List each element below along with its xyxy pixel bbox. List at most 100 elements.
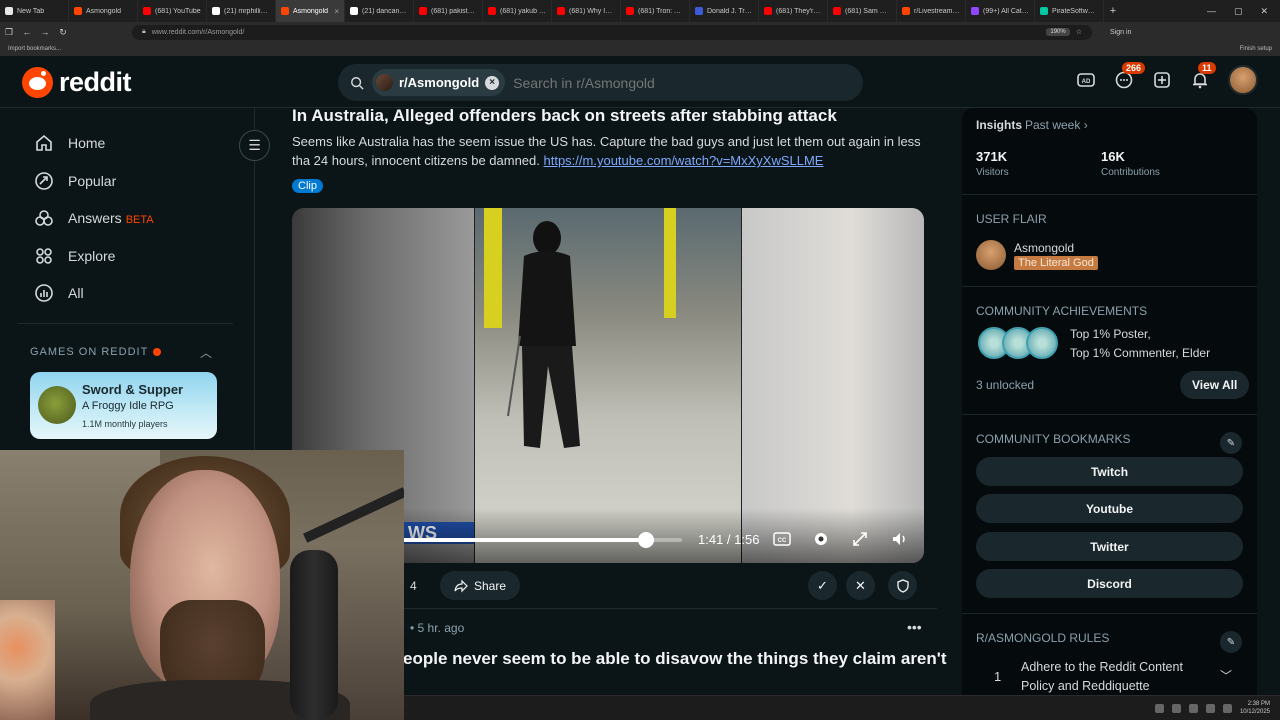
edit-rules-button[interactable]: ✎ [1220, 631, 1242, 653]
search-input[interactable] [513, 74, 834, 91]
share-label: Share [474, 578, 507, 593]
chevron-down-icon[interactable]: ﹀ [1220, 667, 1232, 684]
new-tab-icon[interactable]: + [1104, 5, 1122, 17]
url-text[interactable]: www.reddit.com/r/Asmongold/ [152, 29, 1041, 36]
browser-tab[interactable]: New Tab [0, 0, 69, 22]
edit-bookmarks-button[interactable]: ✎ [1220, 432, 1242, 454]
browser-tab[interactable]: PirateSoftware - S… [1035, 0, 1104, 22]
tab-title: (681) Why Indone… [569, 7, 615, 15]
finish-setup-link[interactable]: Finish setup [1240, 46, 1272, 52]
maximize-icon[interactable]: ▢ [1234, 6, 1243, 17]
tray-icon[interactable] [1188, 703, 1198, 713]
post-title[interactable]: In Australia, Alleged offenders back on … [292, 106, 837, 126]
insights-period[interactable]: Past week › [1025, 118, 1088, 132]
browser-tab[interactable]: (681) They're so d… [759, 0, 828, 22]
browser-tab[interactable]: (681) Sam Hyde's… [828, 0, 897, 22]
browser-tab[interactable]: (681) yakub - You… [483, 0, 552, 22]
browser-tab[interactable]: (681) Tron: Ares -… [621, 0, 690, 22]
sidebar-toggle-icon[interactable]: ❐ [0, 27, 18, 38]
games-section-header[interactable]: GAMES ON REDDIT [30, 346, 162, 358]
nav-item-home[interactable]: Home [34, 133, 105, 153]
fullscreen-icon[interactable] [851, 530, 869, 548]
rule-text[interactable]: Adhere to the Reddit Content Policy and … [1021, 658, 1211, 696]
contributions-count: 16K [1101, 149, 1125, 164]
forward-icon[interactable]: → [36, 27, 54, 37]
bookmark-twitch[interactable]: Twitch [976, 457, 1243, 486]
browser-tab[interactable]: (99+) All Categori… [966, 0, 1035, 22]
shield-icon [896, 578, 909, 593]
all-icon [35, 284, 53, 302]
reddit-logo[interactable]: reddit [22, 67, 132, 98]
zoom-level[interactable]: 190% [1046, 28, 1070, 36]
browser-tab[interactable]: Donald J. Trump (… [690, 0, 759, 22]
new-dot [153, 348, 162, 356]
next-post-title[interactable]: eople never seem to be able to disavow t… [403, 649, 946, 669]
nav-item-all[interactable]: All [34, 283, 84, 303]
captions-icon[interactable]: CC [773, 530, 791, 548]
bookmark-twitter[interactable]: Twitter [976, 532, 1243, 561]
window-close-icon[interactable]: ✕ [1260, 6, 1268, 17]
volume-icon[interactable] [891, 530, 909, 548]
subreddit-search-chip[interactable]: r/Asmongold × [372, 69, 506, 96]
notifications-icon[interactable]: 11 [1190, 62, 1216, 90]
address-bar[interactable]: 🔒︎ www.reddit.com/r/Asmongold/ 190% ☆ [132, 24, 1092, 40]
more-options-icon[interactable]: ••• [907, 619, 922, 635]
chevron-up-icon[interactable]: ︿ [200, 344, 212, 361]
import-bookmarks-link[interactable]: Import bookmarks... [8, 46, 61, 52]
nav-item-popular[interactable]: Popular [34, 171, 116, 191]
bookmark-youtube[interactable]: Youtube [976, 494, 1243, 523]
browser-tab[interactable]: (681) YouTube [138, 0, 207, 22]
clock[interactable]: 2:38 PM 10/12/2025 [1240, 700, 1270, 716]
tray-icon[interactable] [1171, 703, 1181, 713]
nav-item-explore[interactable]: Explore [34, 246, 115, 266]
nav-item-answers[interactable]: Answers BETA [34, 208, 154, 228]
pencil-icon: ✎ [1226, 636, 1236, 648]
chat-icon[interactable]: 266 [1114, 62, 1146, 90]
tab-close-icon[interactable]: × [334, 7, 339, 16]
browser-tab[interactable]: (681) Why Indone… [552, 0, 621, 22]
tab-title: Asmongold [293, 7, 329, 15]
tab-favicon-icon [74, 7, 82, 15]
seek-bar[interactable] [402, 532, 682, 548]
bookmark-discord[interactable]: Discord [976, 569, 1243, 598]
reload-icon[interactable]: ↻ [54, 27, 72, 38]
remove-button[interactable]: ✕ [846, 571, 875, 600]
browser-toolbar: ❐ ← → ↻ 🔒︎ www.reddit.com/r/Asmongold/ 1… [0, 22, 1280, 42]
browser-tab[interactable]: (21) mrphillipcha… [207, 0, 276, 22]
browser-tab[interactable]: (21) dancanttwee… [345, 0, 414, 22]
view-all-button[interactable]: View All [1180, 371, 1250, 399]
share-icon [454, 579, 468, 592]
clock-date: 10/12/2025 [1239, 709, 1270, 715]
post-flair[interactable]: Clip [292, 179, 323, 193]
collapse-sidebar-button[interactable]: ☰ [239, 130, 270, 161]
settings-gear-icon[interactable] [812, 530, 830, 548]
user-avatar[interactable] [1228, 65, 1258, 95]
sign-in-button[interactable]: Sign in [1110, 29, 1131, 36]
achievement-badge-icon[interactable] [1026, 327, 1058, 359]
game-card[interactable]: Sword & Supper A Froggy Idle RPG 1.1M mo… [30, 372, 217, 439]
advertise-icon[interactable]: AD [1076, 70, 1096, 90]
search-bar[interactable]: r/Asmongold × [338, 64, 863, 101]
seek-progress [402, 538, 646, 542]
browser-tab[interactable]: Asmongold × [276, 0, 345, 22]
close-icon: ✕ [855, 577, 866, 593]
back-icon[interactable]: ← [18, 27, 36, 37]
seek-thumb[interactable] [637, 532, 654, 548]
tab-title: PirateSoftware - S… [1052, 7, 1098, 15]
wifi-icon[interactable] [1205, 703, 1215, 713]
browser-tab[interactable]: r/LivestreamFail [897, 0, 966, 22]
minimize-icon[interactable]: — [1207, 6, 1216, 17]
browser-tab[interactable]: Asmongold [69, 0, 138, 22]
star-icon[interactable]: ☆ [1076, 28, 1082, 36]
share-button[interactable]: Share [440, 571, 521, 600]
volume-tray-icon[interactable] [1222, 703, 1232, 713]
tray-icon[interactable] [1154, 703, 1164, 713]
post-link[interactable]: https://m.youtube.com/watch?v=MxXyXwSLLM… [544, 153, 824, 168]
mod-shield-button[interactable] [888, 571, 917, 600]
video-frame-detail [664, 208, 676, 318]
clear-chip-icon[interactable]: × [485, 75, 500, 90]
browser-tab[interactable]: (681) pakistan afg… [414, 0, 483, 22]
flair-tag[interactable]: The Literal God [1014, 256, 1098, 270]
create-post-icon[interactable] [1152, 70, 1172, 90]
approve-button[interactable]: ✓ [808, 571, 837, 600]
